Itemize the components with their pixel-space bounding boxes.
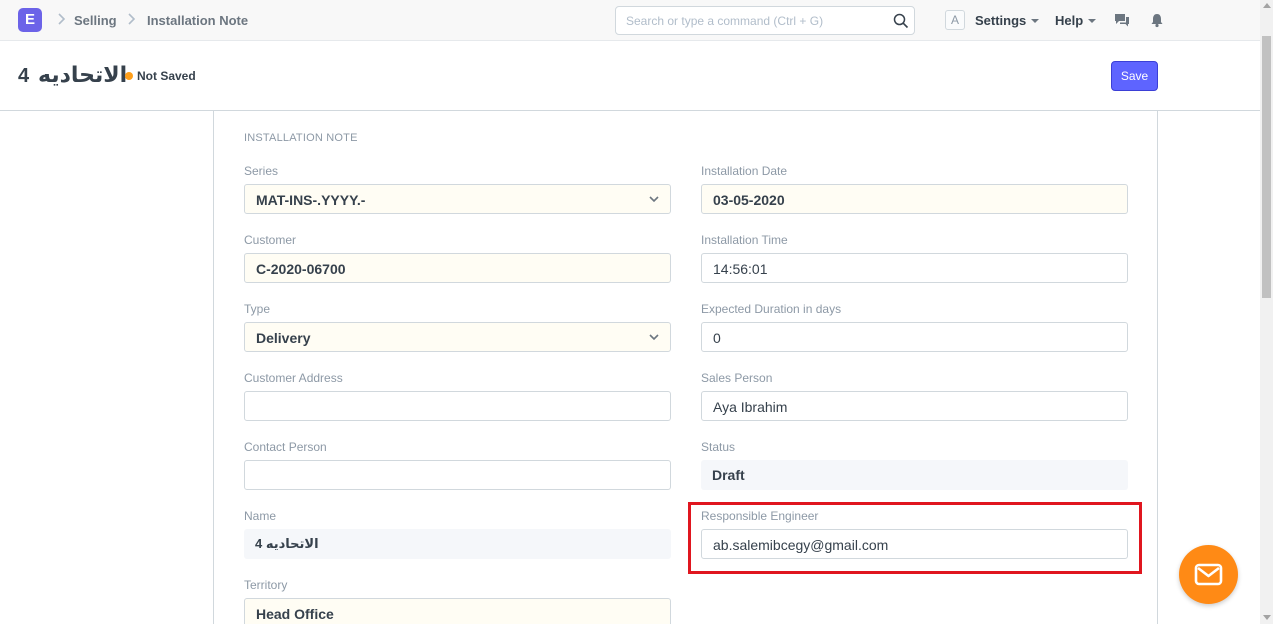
status-indicator-dot xyxy=(125,72,133,80)
customer-field[interactable]: C-2020-06700 xyxy=(244,253,671,283)
chat-icon[interactable] xyxy=(1114,12,1130,28)
contact-person-label: Contact Person xyxy=(244,440,327,454)
chevron-down-icon xyxy=(649,334,659,341)
scrollbar-thumb[interactable] xyxy=(1262,36,1271,298)
help-menu[interactable]: Help xyxy=(1055,13,1097,28)
territory-value: Head Office xyxy=(256,606,334,622)
status-field: Draft xyxy=(701,460,1128,490)
chevron-down-icon xyxy=(649,196,659,203)
highlight-box xyxy=(688,502,1142,574)
settings-label: Settings xyxy=(975,13,1027,28)
scrollbar[interactable] xyxy=(1260,0,1273,624)
installation-time-label: Installation Time xyxy=(701,233,788,247)
search-input[interactable]: Search or type a command (Ctrl + G) xyxy=(615,6,915,35)
installation-date-label: Installation Date xyxy=(701,164,788,178)
save-button[interactable]: Save xyxy=(1111,61,1158,91)
chevron-right-icon xyxy=(58,13,66,25)
territory-label: Territory xyxy=(244,578,288,592)
installation-time-value: 14:56:01 xyxy=(713,261,768,277)
type-select[interactable]: Delivery xyxy=(244,322,671,352)
series-value: MAT-INS-.YYYY.- xyxy=(256,192,366,208)
caret-down-icon xyxy=(1031,19,1040,23)
chevron-right-icon xyxy=(128,13,136,25)
installation-date-field[interactable]: 03-05-2020 xyxy=(701,184,1128,214)
bell-icon[interactable] xyxy=(1149,12,1165,28)
expected-duration-field[interactable]: 0 xyxy=(701,322,1128,352)
series-label: Series xyxy=(244,164,279,178)
name-value: الاتحاديه 4 xyxy=(255,536,319,551)
sales-person-label: Sales Person xyxy=(701,371,773,385)
status-value: Draft xyxy=(712,467,745,483)
contact-person-field[interactable] xyxy=(244,460,671,490)
caret-down-icon xyxy=(1088,19,1097,23)
type-label: Type xyxy=(244,302,271,316)
search-icon[interactable] xyxy=(893,13,909,29)
customer-value: C-2020-06700 xyxy=(256,261,346,277)
breadcrumb-installation-note[interactable]: Installation Note xyxy=(147,13,248,28)
search-placeholder: Search or type a command (Ctrl + G) xyxy=(626,14,824,28)
scroll-up-icon[interactable] xyxy=(1263,3,1271,8)
page-header: 4 الاتحاديه Not Saved Save xyxy=(0,41,1260,111)
status-badge: Not Saved xyxy=(137,69,196,83)
page-title: الاتحاديه xyxy=(38,62,128,87)
sales-person-field[interactable]: Aya Ibrahim xyxy=(701,391,1128,421)
sales-person-value: Aya Ibrahim xyxy=(713,399,788,415)
installation-date-value: 03-05-2020 xyxy=(713,192,785,208)
app-logo-icon[interactable]: E xyxy=(18,8,42,32)
page-title-number: 4 xyxy=(18,65,30,87)
status-label: Status xyxy=(701,440,736,454)
section-title: INSTALLATION NOTE xyxy=(244,132,358,144)
expected-duration-label: Expected Duration in days xyxy=(701,302,842,316)
series-select[interactable]: MAT-INS-.YYYY.- xyxy=(244,184,671,214)
name-label: Name xyxy=(244,509,277,523)
territory-field[interactable]: Head Office xyxy=(244,598,671,624)
customer-address-field[interactable] xyxy=(244,391,671,421)
scroll-down-icon[interactable] xyxy=(1263,615,1271,620)
name-field: الاتحاديه 4 xyxy=(244,529,671,559)
customer-address-label: Customer Address xyxy=(244,371,343,385)
navbar: E Selling Installation Note Search or ty… xyxy=(0,0,1260,41)
settings-menu[interactable]: Settings xyxy=(975,13,1040,28)
customer-label: Customer xyxy=(244,233,297,247)
type-value: Delivery xyxy=(256,330,311,346)
mail-icon xyxy=(1194,563,1223,586)
avatar[interactable]: A xyxy=(945,10,965,30)
installation-time-field[interactable]: 14:56:01 xyxy=(701,253,1128,283)
help-label: Help xyxy=(1055,13,1084,28)
expected-duration-value: 0 xyxy=(713,330,721,346)
help-chat-button[interactable] xyxy=(1179,545,1238,604)
breadcrumb-selling[interactable]: Selling xyxy=(74,13,117,28)
